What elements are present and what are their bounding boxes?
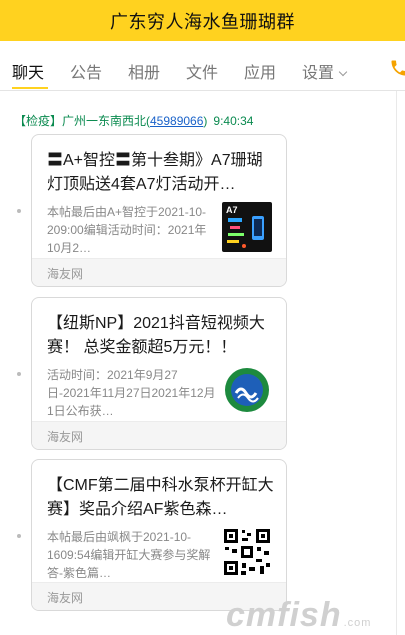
tab-announcements[interactable]: 公告 xyxy=(70,59,102,83)
group-title: 广东穷人海水鱼珊瑚群 xyxy=(110,11,295,32)
bullet-dot xyxy=(17,209,21,213)
scroll-track[interactable] xyxy=(396,91,397,635)
card-description: 本帖最后由A+智控于2021-10-209:00编辑活动时间：2021年10月2… xyxy=(47,205,207,255)
cmfish-watermark: cmfish .com xyxy=(226,596,371,635)
tab-apps[interactable]: 应用 xyxy=(244,59,276,83)
active-tab-indicator xyxy=(12,87,48,89)
card-source: 海友网 xyxy=(47,591,84,605)
bullet-dot xyxy=(17,534,21,538)
card-title: 【纽斯NP】2021抖音短视频大赛！ 总奖金额超5万元！！ xyxy=(47,315,265,356)
sender-name: 【检疫】广州一东南西北( xyxy=(14,114,150,128)
card-title: 【CMF第二届中科水泵杯开缸大赛】奖品介绍AF紫色森… xyxy=(47,477,274,518)
card-source: 海友网 xyxy=(47,430,84,444)
card-title: 〓A+智控〓第十叁期》A7珊瑚灯顶贴送4套A7灯活动开… xyxy=(47,152,263,193)
card-footer: 海友网 xyxy=(32,421,286,449)
card-description: 本帖最后由飒枫于2021-10-1609:54编辑开缸大赛参与奖解答-紫色篇… xyxy=(47,530,211,580)
share-card[interactable]: 【纽斯NP】2021抖音短视频大赛！ 总奖金额超5万元！！ 活动时间：2021年… xyxy=(31,297,287,450)
svg-text:A7: A7 xyxy=(226,205,238,215)
chevron-down-icon xyxy=(338,67,348,77)
tab-album[interactable]: 相册 xyxy=(128,59,160,83)
bullet-dot xyxy=(17,372,21,376)
message-time: 9:40:34 xyxy=(213,114,254,128)
phone-icon[interactable] xyxy=(389,58,405,78)
sender-suffix: ) xyxy=(203,114,208,128)
tab-files[interactable]: 文件 xyxy=(186,59,218,83)
tab-settings-label: 设置 xyxy=(302,65,335,82)
a7-lamp-thumbnail-icon: A7 xyxy=(222,202,272,252)
card-footer: 海友网 xyxy=(32,258,286,286)
tab-settings[interactable]: 设置 xyxy=(302,59,348,83)
newsnp-logo-icon xyxy=(222,365,272,415)
card-source: 海友网 xyxy=(47,267,84,281)
watermark-text: cmfish xyxy=(226,596,342,634)
card-description: 活动时间：2021年9月27日-2021年11月27日2021年12月1日公布获… xyxy=(47,368,216,418)
group-title-bar: 广东穷人海水鱼珊瑚群 xyxy=(0,0,405,41)
watermark-sub: .com xyxy=(343,617,372,629)
sender-id-link[interactable]: 45989066 xyxy=(150,114,203,128)
tab-bar: 聊天 公告 相册 文件 应用 设置 xyxy=(0,49,405,91)
tab-divider xyxy=(0,90,405,91)
tab-chat[interactable]: 聊天 xyxy=(12,59,44,83)
share-card[interactable]: 〓A+智控〓第十叁期》A7珊瑚灯顶贴送4套A7灯活动开… 本帖最后由A+智控于2… xyxy=(31,134,287,287)
qr-code-icon xyxy=(222,527,272,577)
message-meta: 【检疫】广州一东南西北(45989066) 9:40:34 xyxy=(14,112,253,129)
share-card[interactable]: 【CMF第二届中科水泵杯开缸大赛】奖品介绍AF紫色森… 本帖最后由飒枫于2021… xyxy=(31,459,287,611)
